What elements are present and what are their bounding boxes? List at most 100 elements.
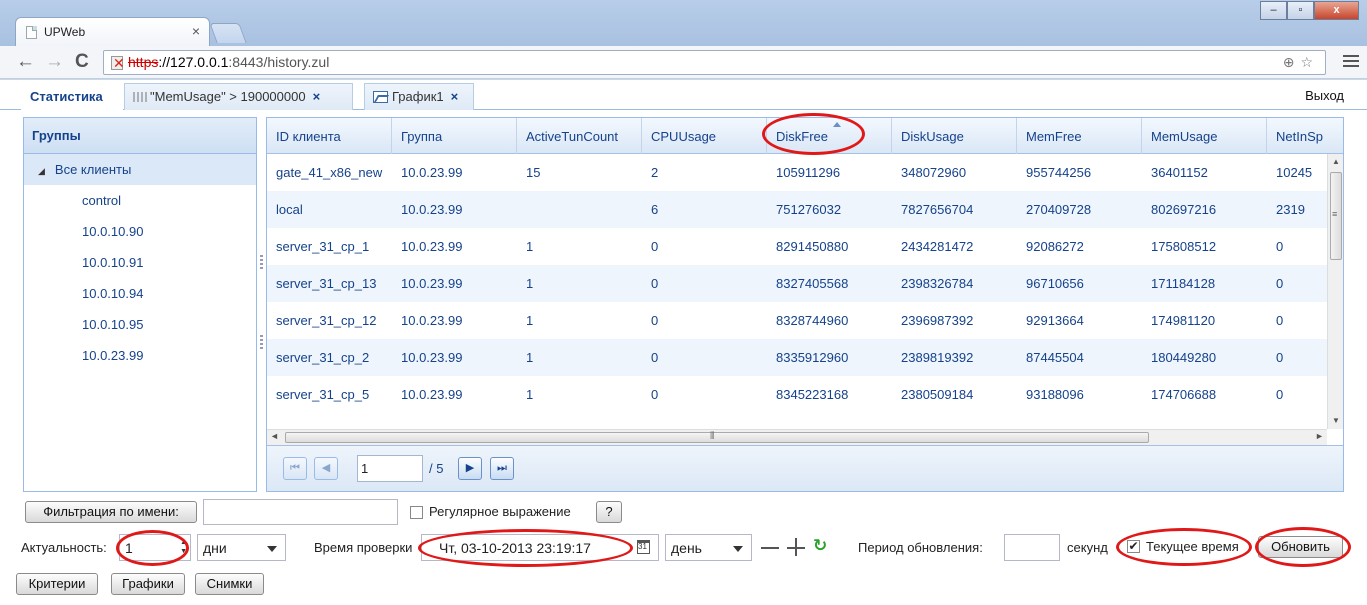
tab-statistics[interactable]: Статистика <box>21 83 123 110</box>
table-row[interactable]: local 10.0.23.99 6 751276032 7827656704 27040… <box>267 191 1327 228</box>
column-header[interactable]: Группа <box>392 118 517 154</box>
refresh-period-input[interactable] <box>1004 534 1060 561</box>
help-button[interactable]: ? <box>596 501 622 523</box>
relevance-label: Актуальность: <box>21 540 107 555</box>
minus-icon[interactable] <box>761 547 779 549</box>
hscroll-thumb[interactable]: ⦀ <box>285 431 1149 443</box>
table-cell: 92086272 <box>1026 239 1084 254</box>
table-cell: 15 <box>526 165 541 180</box>
relevance-unit-select[interactable]: дни <box>197 534 286 561</box>
table-cell: server_31_cp_13 <box>276 276 377 291</box>
first-page-button[interactable]: ⏮ <box>283 457 307 480</box>
column-header[interactable]: DiskUsage <box>892 118 1017 154</box>
table-cell: 10245 <box>1276 165 1313 180</box>
address-bar[interactable]: ✕ https://127.0.0.1:8443/history.zul ⊕☆ <box>103 50 1326 75</box>
check-time-input[interactable]: Чт, 03-10-2013 23:19:17 <box>421 534 659 561</box>
next-page-button[interactable]: ▶ <box>458 457 482 480</box>
snapshots-button[interactable]: Снимки <box>195 573 264 595</box>
prev-page-button[interactable]: ◀ <box>314 457 338 480</box>
column-header-sorted[interactable]: DiskFree <box>767 118 892 154</box>
window-titlebar: UPWeb × – ▫ x <box>0 0 1367 46</box>
reload-icon[interactable]: C <box>75 52 89 72</box>
tree-item[interactable]: 10.0.10.94 <box>24 278 256 309</box>
logout-link[interactable]: Выход <box>1305 88 1344 103</box>
filter-by-name-button[interactable]: Фильтрация по имени: <box>25 501 197 523</box>
scroll-left-icon[interactable]: ◄ <box>270 431 279 441</box>
tab-close-icon[interactable]: × <box>451 89 459 104</box>
page-total: / 5 <box>429 461 444 476</box>
table-row[interactable]: server_31_cp_12 10.0.23.99 1 0 8328744960 239… <box>267 302 1327 339</box>
scroll-up-icon[interactable]: ▲ <box>1332 157 1340 166</box>
table-cell: 8335912960 <box>776 350 849 365</box>
app-root: Статистика "MemUsage" > 190000000 × Графи… <box>0 80 1367 605</box>
table-cell: 87445504 <box>1026 350 1084 365</box>
table-row[interactable]: server_31_cp_13 10.0.23.99 1 0 8327405568 239… <box>267 265 1327 302</box>
table-cell: 2389819392 <box>901 350 974 365</box>
zoom-star-icons[interactable]: ⊕☆ <box>1283 54 1319 71</box>
tree-item[interactable]: 10.0.10.95 <box>24 309 256 340</box>
panel-splitter[interactable] <box>258 117 266 492</box>
plus-icon-bar[interactable] <box>787 547 805 549</box>
column-header[interactable]: CPUUsage <box>642 118 767 154</box>
table-row[interactable]: server_31_cp_5 10.0.23.99 1 0 8345223168 2380… <box>267 376 1327 413</box>
back-icon[interactable]: ← <box>16 52 35 72</box>
tree-root-label: Все клиенты <box>54 162 132 177</box>
name-filter-input[interactable] <box>203 499 398 525</box>
table-cell: 7827656704 <box>901 202 974 217</box>
grid-body: gate_41_x86_new 10.0.23.99 15 2 105911296 348… <box>267 154 1327 429</box>
table-cell: 96710656 <box>1026 276 1084 291</box>
table-cell: 751276032 <box>776 202 842 217</box>
scroll-thumb[interactable]: ≡ <box>1330 172 1342 260</box>
step-unit-select[interactable]: день <box>665 534 752 561</box>
menu-icon[interactable] <box>1343 55 1359 70</box>
tree-item[interactable]: 10.0.10.91 <box>24 247 256 278</box>
vertical-scrollbar[interactable]: ▲ ≡ ▼ <box>1327 154 1343 429</box>
spinner-arrows-icon[interactable]: ▲ ▼ <box>180 538 187 556</box>
table-row[interactable]: gate_41_x86_new 10.0.23.99 15 2 105911296 348… <box>267 154 1327 191</box>
update-button[interactable]: Обновить <box>1258 536 1343 558</box>
calendar-icon[interactable] <box>637 540 650 554</box>
collapse-icon[interactable]: ◢ <box>38 166 45 176</box>
column-header[interactable]: MemFree <box>1017 118 1142 154</box>
tree-item[interactable]: 10.0.23.99 <box>24 340 256 371</box>
column-header[interactable]: ActiveTunCount <box>517 118 642 154</box>
tree-item[interactable]: 10.0.10.90 <box>24 216 256 247</box>
groups-panel: Группы ◢ Все клиенты control 10.0.10.90 1… <box>23 117 257 492</box>
table-row[interactable]: server_31_cp_2 10.0.23.99 1 0 8335912960 2389… <box>267 339 1327 376</box>
column-header[interactable]: ID клиента <box>267 118 392 154</box>
close-window-button[interactable]: x <box>1314 1 1359 20</box>
column-header[interactable]: NetInSp <box>1267 118 1343 154</box>
forward-icon[interactable]: → <box>45 52 64 72</box>
minimize-button[interactable]: – <box>1260 1 1287 20</box>
tab-close-icon[interactable]: × <box>313 89 321 104</box>
browser-tab-close-icon[interactable]: × <box>192 23 200 39</box>
refresh-period-label: Период обновления: <box>858 540 983 555</box>
current-time-checkbox[interactable]: ✔ <box>1127 540 1140 553</box>
scroll-right-icon[interactable]: ► <box>1315 431 1324 441</box>
column-header[interactable]: MemUsage <box>1142 118 1267 154</box>
tree-root-all-clients[interactable]: ◢ Все клиенты <box>24 154 256 185</box>
tree-item[interactable]: control <box>24 185 256 216</box>
table-row[interactable]: server_31_cp_1 10.0.23.99 1 0 8291450880 2434… <box>267 228 1327 265</box>
last-page-button[interactable]: ⏭ <box>490 457 514 480</box>
regex-checkbox[interactable] <box>410 506 423 519</box>
table-cell: 0 <box>1276 276 1284 291</box>
new-tab-button[interactable] <box>209 23 247 43</box>
refresh-icon[interactable]: ↻ <box>813 536 827 556</box>
criteria-button[interactable]: Критерии <box>16 573 98 595</box>
restore-button[interactable]: ▫ <box>1287 1 1314 20</box>
page-number-input[interactable]: 1 <box>357 455 423 482</box>
relevance-spinner[interactable]: 1 ▲ ▼ <box>119 534 191 561</box>
tab-memusage-filter[interactable]: "MemUsage" > 190000000 × <box>124 83 353 110</box>
relevance-value: 1 <box>125 540 133 556</box>
insecure-lock-icon[interactable]: ✕ <box>111 55 125 71</box>
scroll-down-icon[interactable]: ▼ <box>1332 416 1340 425</box>
tab-chart1[interactable]: График1 × <box>364 83 474 110</box>
browser-tab[interactable]: UPWeb × <box>15 17 210 46</box>
relevance-unit-value: дни <box>203 540 227 556</box>
table-cell: 36401152 <box>1151 165 1208 180</box>
horizontal-scrollbar[interactable]: ◄ ⦀ ► <box>267 429 1327 445</box>
table-cell: 105911296 <box>776 165 841 180</box>
charts-button[interactable]: Графики <box>111 573 185 595</box>
table-cell: 2380509184 <box>901 387 974 402</box>
